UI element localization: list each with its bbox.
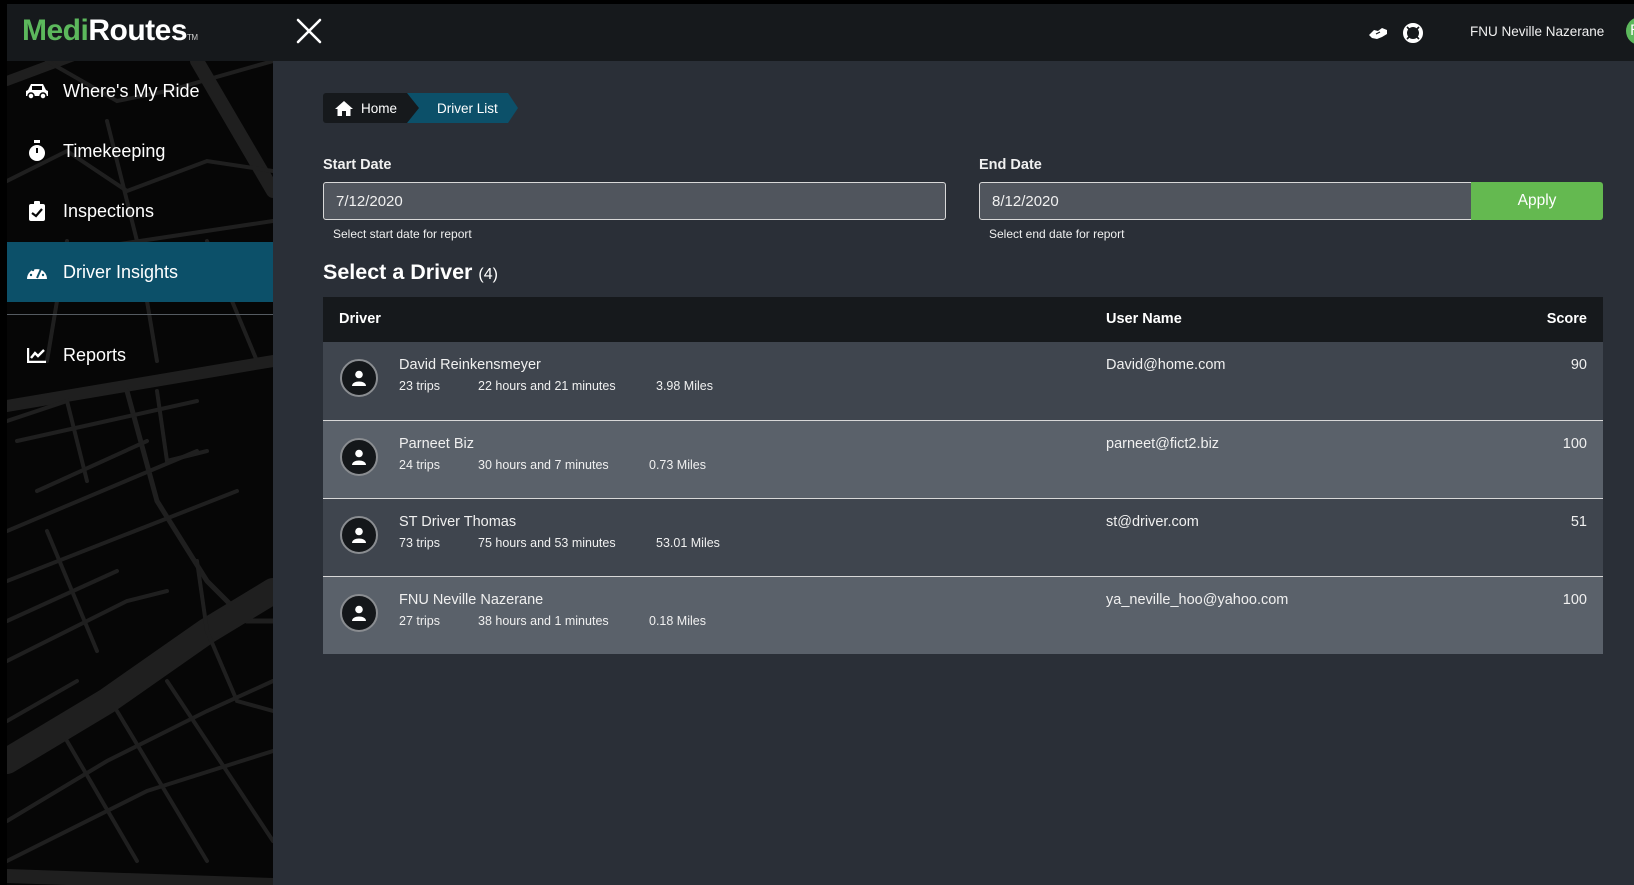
driver-score: 90 [1570,357,1587,373]
start-date-help: Select start date for report [333,227,472,241]
column-header-username[interactable]: User Name [1106,311,1182,327]
driver-miles: 0.18 Miles [649,614,706,628]
sidebar-item-inspections[interactable]: Inspections [7,181,273,241]
user-icon [352,370,366,386]
user-icon [352,527,366,543]
driver-score: 100 [1562,592,1587,608]
stopwatch-icon [25,139,49,163]
clipboard-check-icon [25,199,49,223]
sidebar-item-timekeeping[interactable]: Timekeeping [7,121,273,181]
sidebar-item-label: Inspections [63,200,155,221]
car-icon [25,79,49,103]
table-header: Driver User Name Score [323,297,1603,342]
logo-tm: TM [187,33,198,42]
sidebar-item-label: Driver Insights [63,261,179,282]
driver-miles: 53.01 Miles [656,536,720,550]
driver-username: David@home.com [1106,357,1226,373]
driver-avatar [340,594,378,632]
table-row[interactable]: FNU Neville Nazerane 27 trips 38 hours a… [323,576,1603,654]
driver-avatar [340,516,378,554]
driver-hours: 22 hours and 21 minutes [478,379,616,393]
home-icon [335,100,353,116]
close-icon [296,18,322,44]
driver-hours: 30 hours and 7 minutes [478,458,609,472]
user-name[interactable]: FNU Neville Nazerane [1470,24,1604,39]
life-ring-icon [1403,23,1423,43]
sidebar-item-label: Timekeeping [63,140,166,161]
end-date-label: End Date [979,157,1042,173]
sidebar-item-label: Reports [63,344,127,365]
driver-miles: 0.73 Miles [649,458,706,472]
end-date-input[interactable] [979,182,1472,220]
driver-name: FNU Neville Nazerane [399,592,544,608]
column-header-score[interactable]: Score [1547,311,1587,327]
breadcrumb: Home Driver List [323,93,518,123]
breadcrumb-current-label: Driver List [437,100,498,116]
start-date-input[interactable] [323,182,946,220]
sidebar: Where's My Ride Timekeeping Inspections … [7,61,273,885]
sidebar-item-wheres-my-ride[interactable]: Where's My Ride [7,61,273,121]
logo-medi: Medi [22,14,89,47]
breadcrumb-home-label: Home [361,100,398,116]
end-date-help: Select end date for report [989,227,1125,241]
user-icon [352,605,366,621]
close-menu-button[interactable] [294,16,324,46]
driver-avatar [340,438,378,476]
sidebar-item-driver-insights[interactable]: Driver Insights [7,242,273,302]
user-avatar[interactable]: F [1626,17,1634,45]
driver-username: parneet@fict2.biz [1106,436,1220,452]
logo-routes: Routes [88,14,188,47]
driver-trips: 23 trips [399,379,440,393]
apply-button[interactable]: Apply [1471,182,1603,220]
driver-username: ya_neville_hoo@yahoo.com [1106,592,1289,608]
driver-score: 51 [1570,514,1587,530]
table-row[interactable]: ST Driver Thomas 73 trips 75 hours and 5… [323,498,1603,576]
driver-hours: 38 hours and 1 minutes [478,614,609,628]
user-icon [352,449,366,465]
driver-count: (4) [478,266,498,283]
section-title: Select a Driver (4) [323,260,498,285]
driver-miles: 3.98 Miles [656,379,713,393]
driver-name: David Reinkensmeyer [399,357,541,373]
driver-trips: 27 trips [399,614,440,628]
table-row[interactable]: Parneet Biz 24 trips 30 hours and 7 minu… [323,420,1603,498]
driver-name: Parneet Biz [399,436,474,452]
driver-trips: 73 trips [399,536,440,550]
breadcrumb-separator [407,93,420,123]
driver-username: st@driver.com [1106,514,1199,530]
sidebar-divider [7,314,273,315]
handshake-icon [1369,28,1387,39]
driver-name: ST Driver Thomas [399,514,517,530]
breadcrumb-end-arrow [507,93,518,123]
driver-avatar [340,359,378,397]
breadcrumb-current: Driver List [407,93,508,123]
sidebar-item-label: Where's My Ride [63,80,200,101]
logo[interactable]: MediRoutesTM [22,14,198,48]
support-button[interactable] [1402,22,1424,44]
driver-hours: 75 hours and 53 minutes [478,536,616,550]
gauge-icon [25,260,49,284]
table-row[interactable]: David Reinkensmeyer 23 trips 22 hours an… [323,342,1603,420]
driver-score: 100 [1562,436,1587,452]
top-header: MediRoutesTM FNU Neville Nazerane F [7,4,1634,61]
driver-table: Driver User Name Score David Reinkensmey… [323,297,1603,654]
start-date-label: Start Date [323,157,392,173]
section-title-text: Select a Driver [323,260,473,284]
column-header-driver[interactable]: Driver [339,311,381,327]
chart-line-icon [25,343,49,367]
driver-trips: 24 trips [399,458,440,472]
handshake-button[interactable] [1367,22,1389,44]
breadcrumb-home[interactable]: Home [323,93,408,123]
app-frame: MediRoutesTM FNU Neville Nazerane F [7,4,1634,885]
sidebar-item-reports[interactable]: Reports [7,325,273,385]
